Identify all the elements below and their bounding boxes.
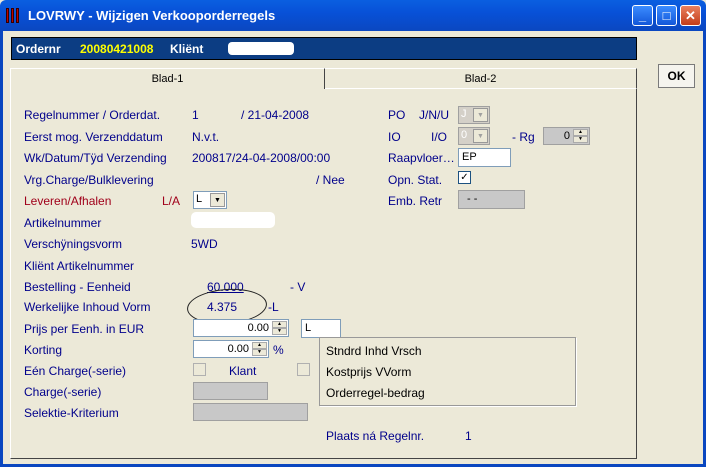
raapvloer-label: Raapvloer… [388, 151, 455, 165]
prijs-input[interactable]: 0.00 ▲ ▼ [193, 319, 289, 337]
eerst-verzenddatum-label: Eerst mog. Verzenddatum [24, 130, 163, 144]
orderregel-bedrag-label: Orderregel-bedrag [326, 386, 425, 400]
korting-input[interactable]: 0.00 ▲ ▼ [193, 340, 269, 358]
raapvloer-field[interactable]: EP [458, 148, 511, 167]
spin-down-icon[interactable]: ▼ [573, 136, 588, 143]
ok-button[interactable]: OK [658, 64, 695, 88]
klant-label: Klant [229, 364, 257, 378]
prijs-unit-field[interactable]: L [301, 319, 341, 338]
charge-serie-label: Charge(-serie) [24, 385, 102, 399]
client-artikelnummer-label: Kliënt Artikelnummer [24, 259, 135, 273]
spin-up-icon[interactable]: ▲ [272, 321, 287, 328]
ordernr-label: Ordernr [16, 42, 61, 56]
verzending-value: 200817/24-04-2008/00:00 [192, 151, 331, 165]
korting-value: 0.00 [227, 343, 249, 355]
spin-down-icon[interactable]: ▼ [252, 349, 267, 356]
po-label: PO [388, 108, 406, 122]
een-charge-checkbox[interactable] [193, 363, 206, 376]
rg-label: - Rg [512, 130, 535, 144]
klant-checkbox[interactable] [297, 363, 310, 376]
werkelijke-inhoud-label: Werkelijke Inhoud Vorm [24, 300, 151, 314]
io-select-value: 0 [461, 129, 468, 141]
bestelling-unit: - V [290, 280, 306, 294]
po-jnu-label: J/N/U [419, 108, 449, 122]
korting-label: Korting [24, 343, 63, 357]
po-select[interactable]: J ▼ [458, 106, 490, 124]
orderdat-value: / 21-04-2008 [241, 108, 310, 122]
vrg-charge-value: / Nee [316, 173, 345, 187]
charge-serie-field[interactable] [193, 382, 268, 400]
emb-retr-field[interactable]: - - [458, 190, 525, 209]
artikelnummer-label: Artikelnummer [24, 216, 102, 230]
stndrd-inhd-label: Stndrd Inhd Vrsch [326, 344, 422, 358]
regelnummer-value: 1 [192, 108, 199, 122]
la-select[interactable]: L ▼ [193, 191, 227, 209]
spin-down-icon[interactable]: ▼ [272, 328, 287, 335]
close-button[interactable]: ✕ [680, 5, 701, 26]
een-charge-label: Eén Charge(-serie) [24, 364, 127, 378]
window-title: LOVRWY - Wijzigen Verkooporderregels [28, 8, 276, 23]
prijs-value: 0.00 [247, 322, 269, 334]
la-select-value: L [196, 193, 203, 205]
verzending-label: Wk/Datum/Tÿd Verzending [24, 151, 167, 165]
opn-stat-label: Opn. Stat. [388, 173, 443, 187]
chevron-down-icon[interactable]: ▼ [473, 108, 488, 122]
selektie-label: Selektie-Kriterium [24, 406, 119, 420]
order-header: Ordernr 20080421008 Kliënt [11, 37, 637, 60]
chevron-down-icon[interactable]: ▼ [473, 129, 488, 143]
client-label: Kliënt [170, 42, 204, 56]
app-icon [6, 8, 20, 23]
bestelling-label: Bestelling - Eenheid [24, 280, 131, 294]
ordernr-value: 20080421008 [80, 42, 154, 56]
tab-blad-2[interactable]: Blad-2 [325, 68, 637, 89]
emb-retr-label: Emb. Retr [388, 194, 443, 208]
title-bar: LOVRWY - Wijzigen Verkooporderregels _ □… [0, 0, 706, 31]
plaats-value: 1 [465, 429, 472, 443]
leveren-afhalen-label: Leveren/Afhalen [24, 194, 112, 208]
verschijningsvorm-label: Verschÿningsvorm [24, 237, 123, 251]
korting-unit: % [273, 343, 284, 357]
kostprijs-label: Kostprijs VVorm [326, 365, 412, 379]
minimize-button[interactable]: _ [632, 5, 653, 26]
client-name-redacted [228, 42, 294, 55]
prijs-label: Prijs per Eenh. in EUR [24, 322, 145, 336]
maximize-button[interactable]: □ [656, 5, 677, 26]
selektie-field[interactable] [193, 403, 308, 421]
rg-value: 0 [563, 130, 570, 142]
plaats-label: Plaats ná Regelnr. [326, 429, 425, 443]
po-select-value: J [461, 108, 467, 120]
rg-input[interactable]: 0 ▲ ▼ [543, 127, 590, 145]
la-label: L/A [162, 194, 181, 208]
tab-blad-1[interactable]: Blad-1 [10, 68, 325, 89]
opn-stat-checkbox[interactable]: ✓ [458, 171, 471, 184]
spin-up-icon[interactable]: ▲ [573, 129, 588, 136]
vrg-charge-label: Vrg.Charge/Bulklevering [24, 173, 154, 187]
artikelnummer-redacted [191, 212, 275, 228]
eerst-verzenddatum-value: N.v.t. [192, 130, 220, 144]
io-label: IO [388, 130, 401, 144]
chevron-down-icon[interactable]: ▼ [210, 193, 225, 207]
regelnummer-label: Regelnummer / Orderdat. [24, 108, 161, 122]
verschijningsvorm-value: 5WD [191, 237, 218, 251]
spin-up-icon[interactable]: ▲ [252, 342, 267, 349]
io-io-label: I/O [431, 130, 448, 144]
werkelijke-inhoud-unit: -L [268, 300, 279, 314]
io-select[interactable]: 0 ▼ [458, 127, 490, 145]
